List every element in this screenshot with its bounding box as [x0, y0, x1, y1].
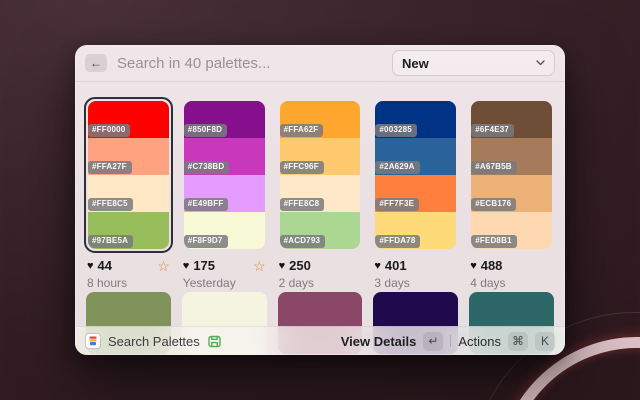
hex-label: #FFE8C8	[280, 198, 325, 211]
star-icon[interactable]: ☆	[157, 259, 170, 273]
palette-meta: ♥175 ☆	[180, 258, 269, 273]
likes-count: 250	[289, 258, 311, 273]
palette-item: #003285 #2A629A #FF7F3E #FFDA78 ♥ 401 3 days	[371, 97, 460, 290]
color-band[interactable]: #FFE8C5	[88, 175, 169, 212]
sort-dropdown[interactable]: New	[392, 50, 555, 76]
color-band[interactable]: #A67B5B	[471, 138, 552, 175]
color-band[interactable]: #E49BFF	[184, 175, 265, 212]
color-band[interactable]: #C738BD	[184, 138, 265, 175]
likes-count: 488	[481, 258, 503, 273]
hex-label: #FFA62F	[280, 124, 324, 137]
hex-label: #F8F9D7	[184, 235, 228, 248]
k-key-icon: K	[535, 332, 555, 351]
palette-meta: ♥250	[276, 258, 365, 273]
chevron-down-icon	[536, 60, 545, 66]
likes-count: 401	[385, 258, 407, 273]
actions-button[interactable]: Actions	[458, 334, 501, 349]
desktop-background: ← New #FF0000 #FFA27F #FFE8C5 #97BE5A ♥ 44 ☆ 8 …	[0, 0, 640, 400]
color-band[interactable]: #FFA27F	[88, 138, 169, 175]
footer-separator	[450, 335, 451, 347]
color-band[interactable]: #FED8B1	[471, 212, 552, 249]
hex-label: #003285	[375, 124, 417, 137]
color-band[interactable]: #6F4E37	[471, 101, 552, 138]
hex-label: #E49BFF	[184, 198, 229, 211]
palettes-window: ← New #FF0000 #FFA27F #FFE8C5 #97BE5A ♥ 44 ☆ 8 …	[75, 45, 565, 355]
palette-time: 8 hours	[84, 276, 173, 290]
likes-count: 175	[193, 258, 215, 273]
palette-time: Yesterday	[180, 276, 269, 290]
view-details-button[interactable]: View Details	[341, 334, 417, 349]
back-button[interactable]: ←	[85, 54, 107, 72]
color-band[interactable]: #ECB176	[471, 175, 552, 212]
hex-label: #A67B5B	[471, 161, 517, 174]
palette-item: #850F8D #C738BD #E49BFF #F8F9D7 ♥175 ☆ Yesterd…	[180, 97, 269, 290]
footer-actions: View Details ↵ Actions ⌘ K	[341, 332, 555, 351]
hex-label: #FF0000	[88, 124, 130, 137]
star-icon[interactable]: ☆	[253, 259, 266, 273]
palette-item: #FF0000 #FFA27F #FFE8C5 #97BE5A ♥ 44 ☆ 8 hours	[84, 97, 173, 290]
hex-label: #FF7F3E	[375, 198, 419, 211]
color-band[interactable]: #2A629A	[375, 138, 456, 175]
hex-label: #C738BD	[184, 161, 230, 174]
heart-icon: ♥	[87, 260, 94, 272]
heart-icon: ♥	[279, 260, 286, 272]
color-band[interactable]: #FFDA78	[375, 212, 456, 249]
palette-swatches: #6F4E37 #A67B5B #ECB176 #FED8B1	[471, 101, 552, 249]
hex-label: #FFA27F	[88, 161, 132, 174]
color-band[interactable]: #F8F9D7	[184, 212, 265, 249]
palette-time: 2 days	[276, 276, 365, 290]
heart-icon: ♥	[374, 260, 381, 272]
hex-label: #FED8B1	[471, 235, 517, 248]
color-band[interactable]: #FFE8C8	[280, 175, 361, 212]
palette-swatches: #850F8D #C738BD #E49BFF #F8F9D7	[184, 101, 265, 249]
palette-swatches: #FF0000 #FFA27F #FFE8C5 #97BE5A	[88, 101, 169, 249]
enter-key-icon: ↵	[423, 332, 443, 351]
likes-count: 44	[98, 258, 112, 273]
hex-label: #FFC96F	[280, 161, 324, 174]
save-palette-icon[interactable]	[207, 334, 222, 349]
color-band[interactable]: #003285	[375, 101, 456, 138]
palette-meta: ♥ 488	[467, 258, 556, 273]
hex-label: #97BE5A	[88, 235, 133, 248]
palette-card[interactable]: #FFA62F #FFC96F #FFE8C8 #ACD793	[276, 97, 365, 253]
color-band[interactable]: #FFA62F	[280, 101, 361, 138]
palette-card[interactable]: #6F4E37 #A67B5B #ECB176 #FED8B1	[467, 97, 556, 253]
hex-label: #2A629A	[375, 161, 419, 174]
color-band[interactable]: #FF7F3E	[375, 175, 456, 212]
app-label: Search Palettes	[108, 334, 200, 349]
hex-label: #FFE8C5	[88, 198, 133, 211]
search-input[interactable]	[117, 55, 382, 72]
palette-swatches: #003285 #2A629A #FF7F3E #FFDA78	[375, 101, 456, 249]
palette-meta: ♥ 401	[371, 258, 460, 273]
heart-icon: ♥	[183, 260, 190, 272]
hex-label: #ECB176	[471, 198, 516, 211]
palette-swatches: #FFA62F #FFC96F #FFE8C8 #ACD793	[280, 101, 361, 249]
search-header: ← New	[75, 45, 565, 82]
color-band[interactable]: #ACD793	[280, 212, 361, 249]
palette-card[interactable]: #003285 #2A629A #FF7F3E #FFDA78	[371, 97, 460, 253]
dropdown-selected-value: New	[402, 56, 429, 71]
arrow-left-icon: ←	[90, 56, 102, 70]
palette-item: #FFA62F #FFC96F #FFE8C8 #ACD793 ♥250 2 days	[276, 97, 365, 290]
hex-label: #6F4E37	[471, 124, 514, 137]
color-band[interactable]: #FFC96F	[280, 138, 361, 175]
palette-time: 4 days	[467, 276, 556, 290]
extension-icon	[85, 333, 101, 349]
cmd-key-icon: ⌘	[508, 332, 528, 351]
color-band[interactable]: #97BE5A	[88, 212, 169, 249]
hex-label: #FFDA78	[375, 235, 420, 248]
palette-card[interactable]: #FF0000 #FFA27F #FFE8C5 #97BE5A	[84, 97, 173, 253]
palette-card[interactable]: #850F8D #C738BD #E49BFF #F8F9D7	[180, 97, 269, 253]
footer-bar: Search Palettes View Details ↵ Actions ⌘…	[75, 326, 565, 355]
hex-label: #850F8D	[184, 124, 227, 137]
palette-grid: #FF0000#FFA27F#FFE8C5#97BE5A♥44☆8 hours#…	[84, 97, 556, 290]
palette-item: #6F4E37 #A67B5B #ECB176 #FED8B1 ♥ 488 4 days	[467, 97, 556, 290]
color-band[interactable]: #850F8D	[184, 101, 265, 138]
palette-meta: ♥ 44 ☆	[84, 258, 173, 273]
hex-label: #ACD793	[280, 235, 326, 248]
palette-time: 3 days	[371, 276, 460, 290]
color-band[interactable]: #FF0000	[88, 101, 169, 138]
heart-icon: ♥	[470, 260, 477, 272]
